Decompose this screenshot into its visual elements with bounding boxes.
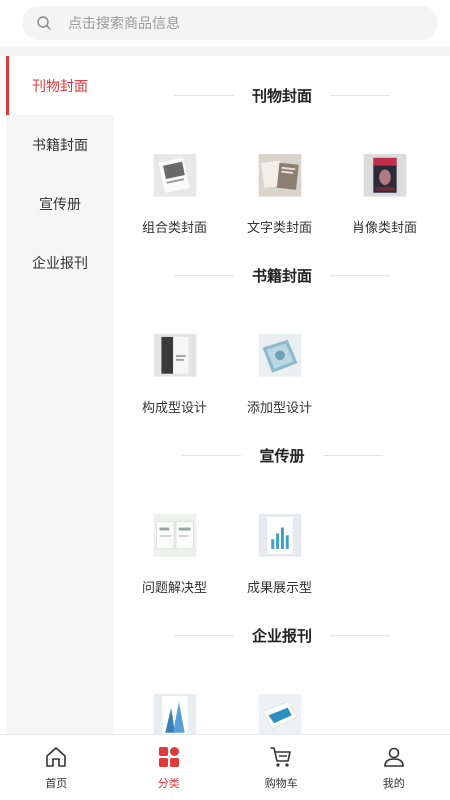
app-root: 点击搜索商品信息 刊物封面 书籍封面 宣传册 企业报刊 刊物封面 组合类封面 文… [0, 0, 450, 800]
sidebar-item-book-cover[interactable]: 书籍封面 [6, 115, 114, 174]
grid-item-combination-cover[interactable]: 组合类封面 [122, 134, 227, 236]
tab-label: 我的 [382, 777, 405, 790]
divider-line [330, 274, 390, 276]
grid-item-constructive-design[interactable]: 构成型设计 [122, 314, 227, 416]
divider-line [173, 274, 234, 276]
section-title: 书籍封面 [251, 266, 312, 285]
cover-thumbnail [258, 694, 301, 734]
cover-thumbnail [153, 154, 196, 197]
item-grid: 构成型设计 添加型设计 [114, 314, 450, 416]
sidebar-item-label: 企业报刊 [32, 255, 88, 272]
sidebar-item-periodical-cover[interactable]: 刊物封面 [6, 56, 114, 115]
section-corporate-newspaper: 企业报刊 [114, 596, 450, 734]
item-label: 肖像类封面 [351, 220, 417, 236]
sidebar-item-corporate-newspaper[interactable]: 企业报刊 [6, 233, 114, 292]
tab-label: 购物车 [264, 777, 298, 790]
cart-icon [270, 747, 292, 767]
section-brochure: 宣传册 问题解决型 成果展示型 [114, 416, 450, 596]
search-input[interactable]: 点击搜索商品信息 [22, 6, 438, 40]
search-header: 点击搜索商品信息 [0, 0, 450, 46]
section-title: 宣传册 [259, 446, 305, 465]
divider-line [173, 634, 234, 636]
section-header: 书籍封面 [114, 236, 450, 314]
tab-mine[interactable]: 我的 [338, 735, 450, 800]
sidebar-item-label: 宣传册 [39, 196, 81, 213]
grid-item-newspaper-1[interactable] [122, 674, 227, 734]
bottom-tab-bar: 首页 分类 购物车 我的 [0, 734, 450, 800]
sidebar-item-label: 刊物封面 [32, 78, 88, 95]
cover-thumbnail [153, 334, 196, 377]
item-label: 问题解决型 [141, 580, 207, 596]
tab-home[interactable]: 首页 [0, 735, 113, 800]
item-label: 组合类封面 [141, 220, 207, 236]
item-grid: 问题解决型 成果展示型 [114, 494, 450, 596]
divider-line [173, 94, 234, 96]
search-placeholder: 点击搜索商品信息 [68, 16, 180, 32]
home-icon [46, 747, 67, 767]
divider-line [181, 454, 242, 456]
category-icon [158, 747, 179, 767]
section-title: 企业报刊 [251, 626, 312, 645]
cover-thumbnail [258, 154, 301, 197]
grid-item-portrait-cover[interactable]: 肖像类封面 [332, 134, 437, 236]
tab-cart[interactable]: 购物车 [225, 735, 338, 800]
user-icon [383, 747, 404, 767]
cover-thumbnail [153, 514, 196, 557]
grid-item-newspaper-2[interactable] [227, 674, 332, 734]
section-header: 刊物封面 [114, 56, 450, 134]
divider-line [322, 454, 383, 456]
cover-thumbnail [258, 514, 301, 557]
item-grid: 组合类封面 文字类封面 肖像类封面 [114, 134, 450, 236]
divider-line [330, 94, 390, 96]
section-header: 宣传册 [114, 416, 450, 494]
cover-thumbnail [258, 334, 301, 377]
grid-item-additive-design[interactable]: 添加型设计 [227, 314, 332, 416]
item-label: 构成型设计 [141, 400, 207, 416]
sidebar-item-label: 书籍封面 [32, 137, 88, 154]
tab-category[interactable]: 分类 [113, 735, 226, 800]
grid-item-results-display[interactable]: 成果展示型 [227, 494, 332, 596]
section-periodical-cover: 刊物封面 组合类封面 文字类封面 肖像类封面 [114, 56, 450, 236]
section-header: 企业报刊 [114, 596, 450, 674]
tab-label: 分类 [157, 777, 180, 790]
grid-item-text-cover[interactable]: 文字类封面 [227, 134, 332, 236]
section-title: 刊物封面 [251, 86, 312, 105]
divider-line [330, 634, 390, 636]
section-book-cover: 书籍封面 构成型设计 添加型设计 [114, 236, 450, 416]
item-label: 成果展示型 [246, 580, 312, 596]
cover-thumbnail [363, 154, 406, 197]
search-icon [37, 16, 51, 30]
item-label: 添加型设计 [246, 400, 312, 416]
category-sidebar: 刊物封面 书籍封面 宣传册 企业报刊 [6, 56, 114, 734]
category-content: 刊物封面 组合类封面 文字类封面 肖像类封面 书籍封面 构成型设计 添加型设计 … [114, 56, 450, 734]
sidebar-item-brochure[interactable]: 宣传册 [6, 174, 114, 233]
cover-thumbnail [153, 694, 196, 734]
item-label: 文字类封面 [246, 220, 312, 236]
item-grid [114, 674, 450, 734]
tab-label: 首页 [45, 777, 68, 790]
grid-item-problem-solving[interactable]: 问题解决型 [122, 494, 227, 596]
header-divider [0, 46, 450, 56]
